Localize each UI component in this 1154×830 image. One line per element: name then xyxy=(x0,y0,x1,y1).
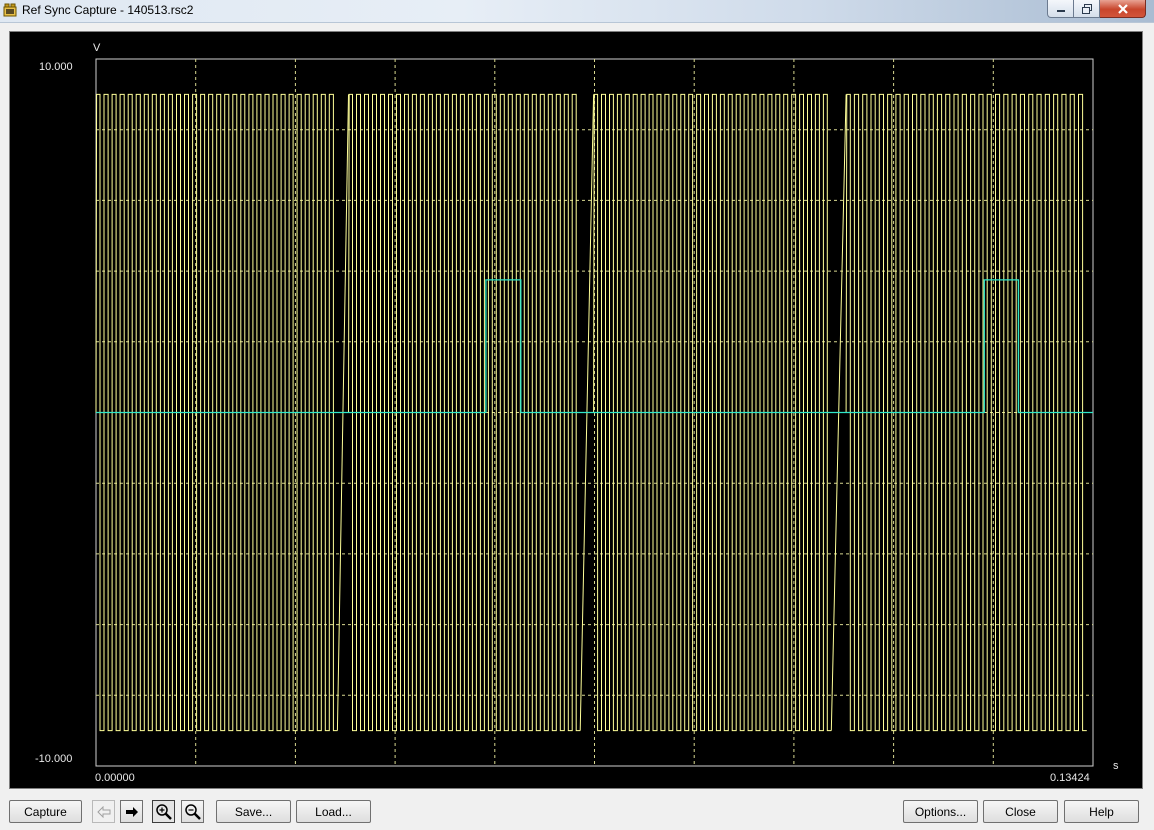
close-button-label: Close xyxy=(1005,804,1036,819)
help-button-label: Help xyxy=(1089,804,1114,819)
close-button[interactable]: Close xyxy=(983,800,1058,823)
capture-button-label: Capture xyxy=(24,804,67,819)
help-button[interactable]: Help xyxy=(1064,800,1139,823)
y-min-label: -10.000 xyxy=(35,753,73,765)
waveform-plot[interactable]: V 10.000 -10.000 0.00000 0.13424 s xyxy=(9,31,1143,789)
next-button[interactable] xyxy=(120,800,143,823)
window-controls xyxy=(1047,0,1146,19)
arrow-right-icon xyxy=(125,806,138,817)
restore-button[interactable] xyxy=(1074,0,1100,18)
load-button[interactable]: Load... xyxy=(296,800,371,823)
title-bar[interactable]: Ref Sync Capture - 140513.rsc2 xyxy=(0,0,1154,23)
save-button[interactable]: Save... xyxy=(216,800,291,823)
arrow-left-icon xyxy=(96,805,110,818)
ref-sync-capture-window: Ref Sync Capture - 140513.rsc2 V 10.000 … xyxy=(0,0,1154,830)
save-button-label: Save... xyxy=(234,804,273,819)
load-button-label: Load... xyxy=(315,804,352,819)
minimize-button[interactable] xyxy=(1047,0,1074,18)
y-max-label: 10.000 xyxy=(39,61,73,73)
options-button[interactable]: Options... xyxy=(903,800,978,823)
y-unit-label: V xyxy=(93,42,101,54)
x-unit-label: s xyxy=(1113,760,1119,772)
window-title: Ref Sync Capture - 140513.rsc2 xyxy=(22,3,194,17)
restore-icon xyxy=(1081,3,1092,14)
minimize-icon xyxy=(1056,9,1065,12)
zoom-in-button[interactable] xyxy=(152,800,175,823)
plot-canvas xyxy=(95,58,1094,767)
close-icon xyxy=(1117,3,1128,14)
zoom-out-button[interactable] xyxy=(181,800,204,823)
app-icon xyxy=(3,3,17,17)
close-window-button[interactable] xyxy=(1100,0,1146,18)
zoom-out-icon xyxy=(184,803,201,820)
zoom-in-icon xyxy=(155,803,172,820)
capture-button[interactable]: Capture xyxy=(9,800,82,823)
previous-button[interactable] xyxy=(92,800,115,823)
bottom-toolbar: Capture Save... Load... Options... Close… xyxy=(0,795,1154,830)
options-button-label: Options... xyxy=(914,804,967,819)
x-max-label: 0.13424 xyxy=(1050,772,1090,784)
x-min-label: 0.00000 xyxy=(95,772,135,784)
